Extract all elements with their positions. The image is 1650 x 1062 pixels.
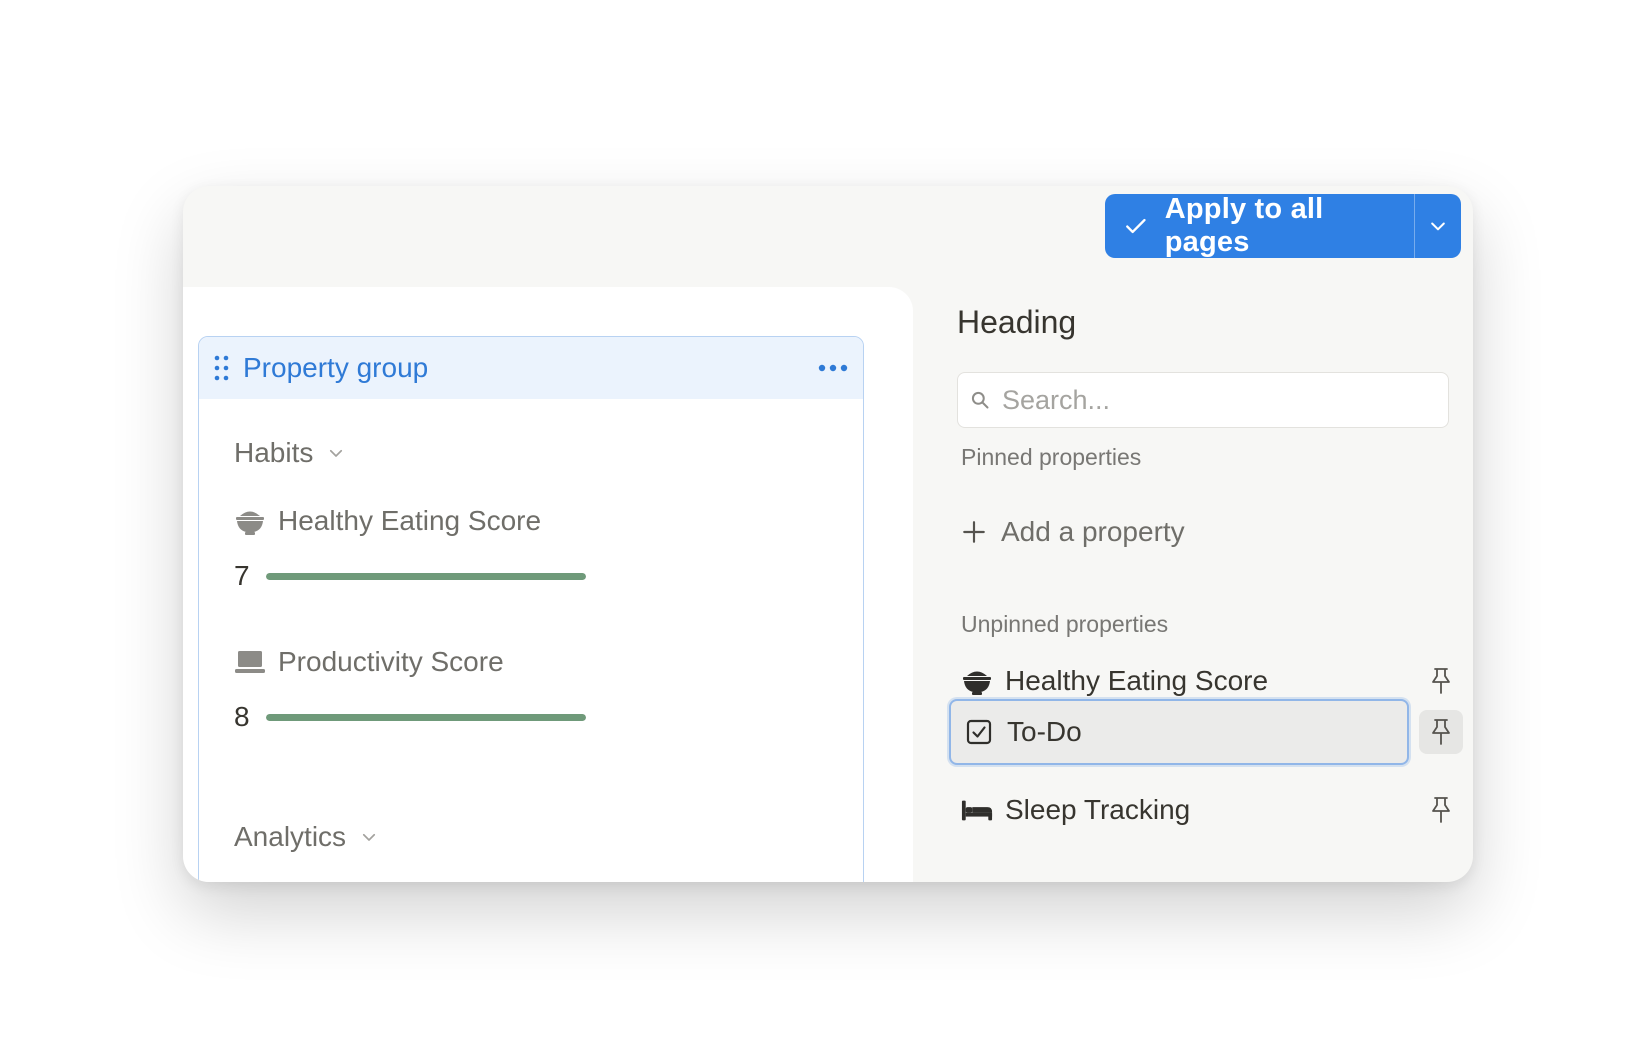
- apply-main-button[interactable]: Apply to all pages: [1105, 193, 1414, 258]
- more-options-button[interactable]: [817, 363, 849, 373]
- progress-bar: [265, 572, 586, 580]
- chevron-down-icon: [330, 449, 343, 457]
- checkbox-icon: [963, 716, 995, 748]
- search-field[interactable]: [957, 372, 1449, 428]
- section-analytics-label: Analytics: [234, 821, 347, 852]
- pin-button[interactable]: [1419, 788, 1463, 832]
- property-group-block[interactable]: Property group Habits Healthy Eating Sco…: [198, 336, 864, 882]
- chevron-down-icon: [362, 833, 376, 841]
- more-horizontal-icon: [818, 364, 848, 372]
- plus-icon: [963, 521, 985, 543]
- section-analytics[interactable]: Analytics: [234, 821, 378, 853]
- score-number: 7: [234, 560, 250, 591]
- pin-icon: [1432, 797, 1450, 823]
- apply-to-all-pages-button[interactable]: Apply to all pages: [1105, 193, 1461, 258]
- apply-button-label: Apply to all pages: [1164, 193, 1324, 258]
- add-property-button[interactable]: Add a property: [961, 516, 1185, 548]
- page-preview-panel: Property group Habits Healthy Eating Sco…: [183, 287, 913, 882]
- progress-bar-fill: [265, 572, 586, 580]
- search-input[interactable]: [1002, 384, 1422, 416]
- apply-options-dropdown[interactable]: [1415, 194, 1461, 258]
- pin-button[interactable]: [1419, 659, 1463, 703]
- property-label: Healthy Eating Score: [278, 505, 542, 536]
- unpinned-item-sleep-tracking[interactable]: Sleep Tracking: [949, 777, 1459, 843]
- unpinned-item-label: Sleep Tracking: [1005, 794, 1191, 825]
- panel-heading: Heading: [957, 304, 1077, 340]
- unpinned-properties-label: Unpinned properties: [961, 611, 1169, 637]
- bowl-icon: [234, 505, 266, 537]
- pin-button[interactable]: [1419, 710, 1463, 754]
- property-settings-window: Apply to all pages Property group Habits…: [183, 186, 1473, 882]
- chevron-down-icon: [1431, 222, 1445, 231]
- property-group-header: Property group: [199, 337, 863, 399]
- score-number: 8: [234, 701, 250, 732]
- healthy-eating-score-value[interactable]: 7: [234, 560, 586, 592]
- property-group-title: Property group: [243, 352, 429, 383]
- progress-bar-fill: [265, 713, 586, 721]
- pin-icon: [1432, 719, 1450, 745]
- search-icon: [971, 391, 989, 409]
- unpinned-item-label: Healthy Eating Score: [1005, 665, 1269, 696]
- productivity-score-value[interactable]: 8: [234, 701, 586, 733]
- property-productivity-score[interactable]: Productivity Score: [234, 646, 504, 678]
- laptop-icon: [234, 646, 266, 678]
- pinned-properties-label: Pinned properties: [961, 444, 1142, 470]
- drag-handle-icon[interactable]: [213, 354, 231, 382]
- add-property-label: Add a property: [1001, 516, 1185, 547]
- progress-bar: [265, 713, 586, 721]
- check-icon: [1126, 218, 1146, 234]
- unpinned-item-to-do[interactable]: To-Do: [949, 699, 1409, 765]
- property-healthy-eating-score[interactable]: Healthy Eating Score: [234, 505, 541, 537]
- section-habits-label: Habits: [234, 437, 314, 468]
- bed-icon: [961, 794, 993, 826]
- pin-icon: [1432, 668, 1450, 694]
- property-label: Productivity Score: [278, 646, 504, 677]
- bowl-icon: [961, 665, 993, 697]
- section-habits[interactable]: Habits: [234, 437, 345, 469]
- unpinned-item-label: To-Do: [1007, 716, 1082, 747]
